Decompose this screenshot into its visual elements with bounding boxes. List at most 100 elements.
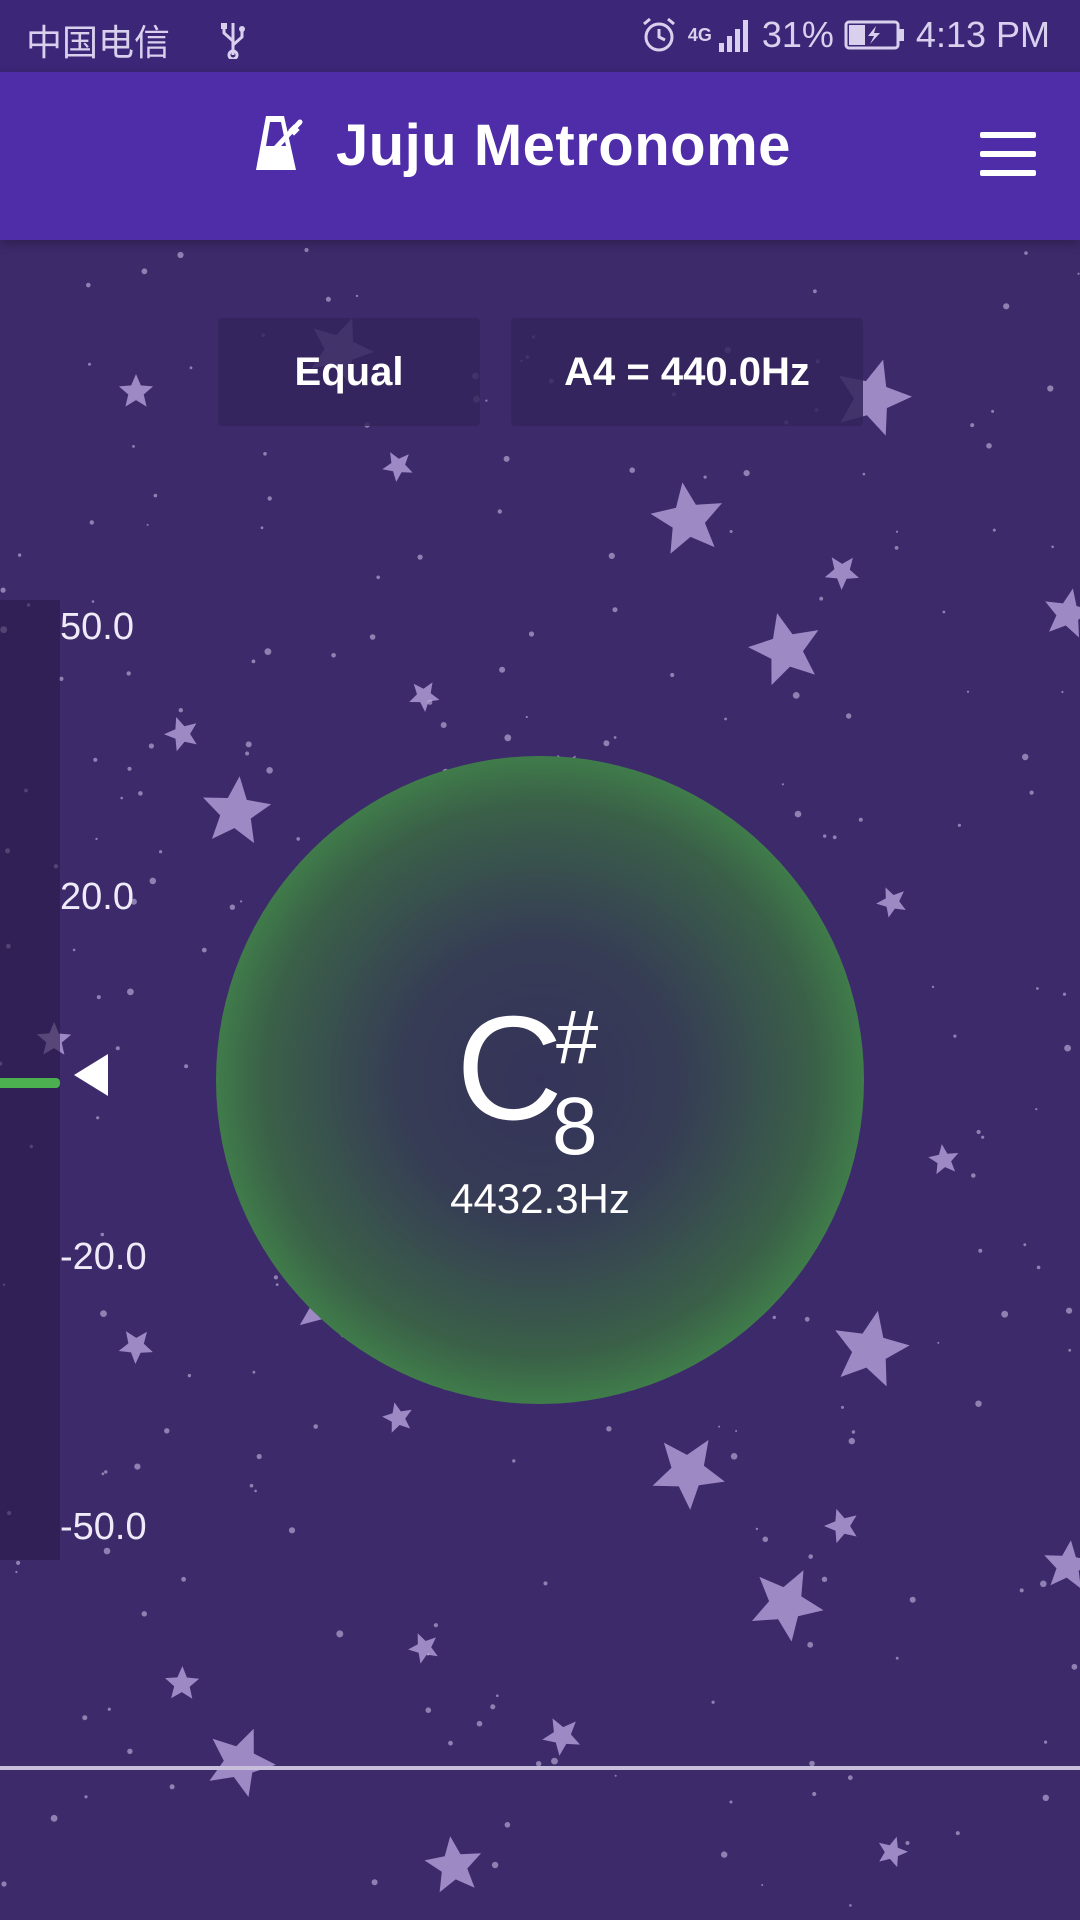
star-dot <box>245 741 252 748</box>
star-dot <box>107 1707 111 1711</box>
star-dot <box>804 1316 810 1322</box>
star-dot <box>1024 251 1028 255</box>
star-dot <box>252 1370 256 1374</box>
star-dot <box>425 1707 432 1713</box>
star-dot <box>755 1527 759 1531</box>
star-dot <box>448 1740 453 1746</box>
star-dot <box>201 947 207 953</box>
star-dot <box>966 690 970 693</box>
star-dot <box>376 575 381 580</box>
star-dot <box>440 722 447 728</box>
star-dot <box>96 1116 100 1120</box>
battery-charging-icon <box>844 20 906 50</box>
star-dot <box>848 1437 855 1445</box>
star-dot <box>703 475 707 479</box>
hamburger-menu-icon[interactable] <box>980 132 1036 176</box>
star-dot <box>260 526 264 530</box>
star-icon <box>165 1666 200 1699</box>
star-icon <box>650 482 722 554</box>
star-dot <box>104 1470 108 1474</box>
star-dot <box>808 1554 813 1559</box>
reference-pitch-button[interactable]: A4 = 440.0Hz <box>511 318 863 426</box>
star-dot <box>485 399 488 402</box>
star-dot <box>629 467 635 474</box>
star-dot <box>905 1841 910 1845</box>
star-dot <box>1 1881 7 1887</box>
star-dot <box>942 610 946 614</box>
star-dot <box>608 552 615 560</box>
star-dot <box>115 1046 120 1051</box>
star-dot <box>551 1757 558 1765</box>
star-icon <box>1045 588 1080 638</box>
star-dot <box>1035 1108 1038 1111</box>
star-icon <box>1044 1540 1080 1588</box>
star-dot <box>1036 1265 1041 1270</box>
star-icon <box>164 717 197 752</box>
scale-label-20: 20.0 <box>60 876 134 918</box>
star-dot <box>126 671 131 676</box>
star-dot <box>249 1483 254 1488</box>
battery-percent: 31% <box>761 14 834 55</box>
star-dot <box>72 948 76 952</box>
star-dot <box>263 452 267 456</box>
star-icon <box>928 1144 959 1175</box>
star-icon <box>408 1633 438 1664</box>
star-dot <box>813 289 817 294</box>
star-dot <box>254 1489 257 1493</box>
scale-label-minus-50: -50.0 <box>60 1506 147 1548</box>
star-dot <box>16 1560 21 1565</box>
star-dot <box>497 509 502 514</box>
star-dot <box>229 904 236 910</box>
star-dot <box>895 530 899 533</box>
star-dot <box>1068 1348 1072 1352</box>
star-dot <box>1044 1740 1048 1744</box>
star-icon <box>118 374 154 407</box>
star-dot <box>1062 992 1067 996</box>
star-dot <box>1040 1580 1047 1588</box>
star-dot <box>978 1248 983 1253</box>
star-icon <box>542 1718 580 1756</box>
star-dot <box>955 1831 960 1836</box>
star-icon <box>382 452 413 482</box>
star-dot <box>50 1814 58 1822</box>
star-dot <box>491 1861 499 1869</box>
star-dot <box>304 247 309 253</box>
star-dot <box>251 659 256 664</box>
star-dot <box>426 1653 430 1656</box>
star-dot <box>1077 272 1080 275</box>
star-dot <box>369 634 376 640</box>
note-octave: 8 <box>552 1081 598 1172</box>
star-dot <box>862 472 866 476</box>
star-dot <box>187 1373 192 1378</box>
star-dot <box>735 1430 738 1432</box>
star-dot <box>841 1405 844 1409</box>
star-dot <box>847 1775 853 1781</box>
star-dot <box>1003 303 1010 310</box>
star-dot <box>1047 385 1054 392</box>
star-dot <box>1064 1044 1071 1052</box>
star-dot <box>149 877 157 885</box>
star-dot <box>909 1596 916 1603</box>
star-dot <box>1019 1588 1024 1593</box>
temperament-button[interactable]: Equal <box>218 318 480 426</box>
star-dot <box>937 1341 940 1344</box>
star-dot <box>975 1400 982 1407</box>
star-dot <box>931 985 935 989</box>
star-icon <box>752 1570 824 1642</box>
star-dot <box>141 268 148 275</box>
star-dot <box>240 900 243 903</box>
star-dot <box>355 294 359 298</box>
star-dot <box>819 596 824 601</box>
star-dot <box>991 409 995 413</box>
star-icon <box>876 887 906 918</box>
star-icon <box>835 1310 910 1387</box>
star-dot <box>177 251 184 259</box>
status-bar: 中国电信 4G 31% 4:13 PM <box>0 0 1080 72</box>
star-dot <box>336 1630 344 1638</box>
star-dot <box>499 666 506 673</box>
star-dot <box>1029 790 1034 795</box>
star-dot <box>134 1463 141 1470</box>
star-dot <box>792 692 800 699</box>
star-dot <box>807 1641 814 1648</box>
star-dot <box>371 1879 378 1886</box>
